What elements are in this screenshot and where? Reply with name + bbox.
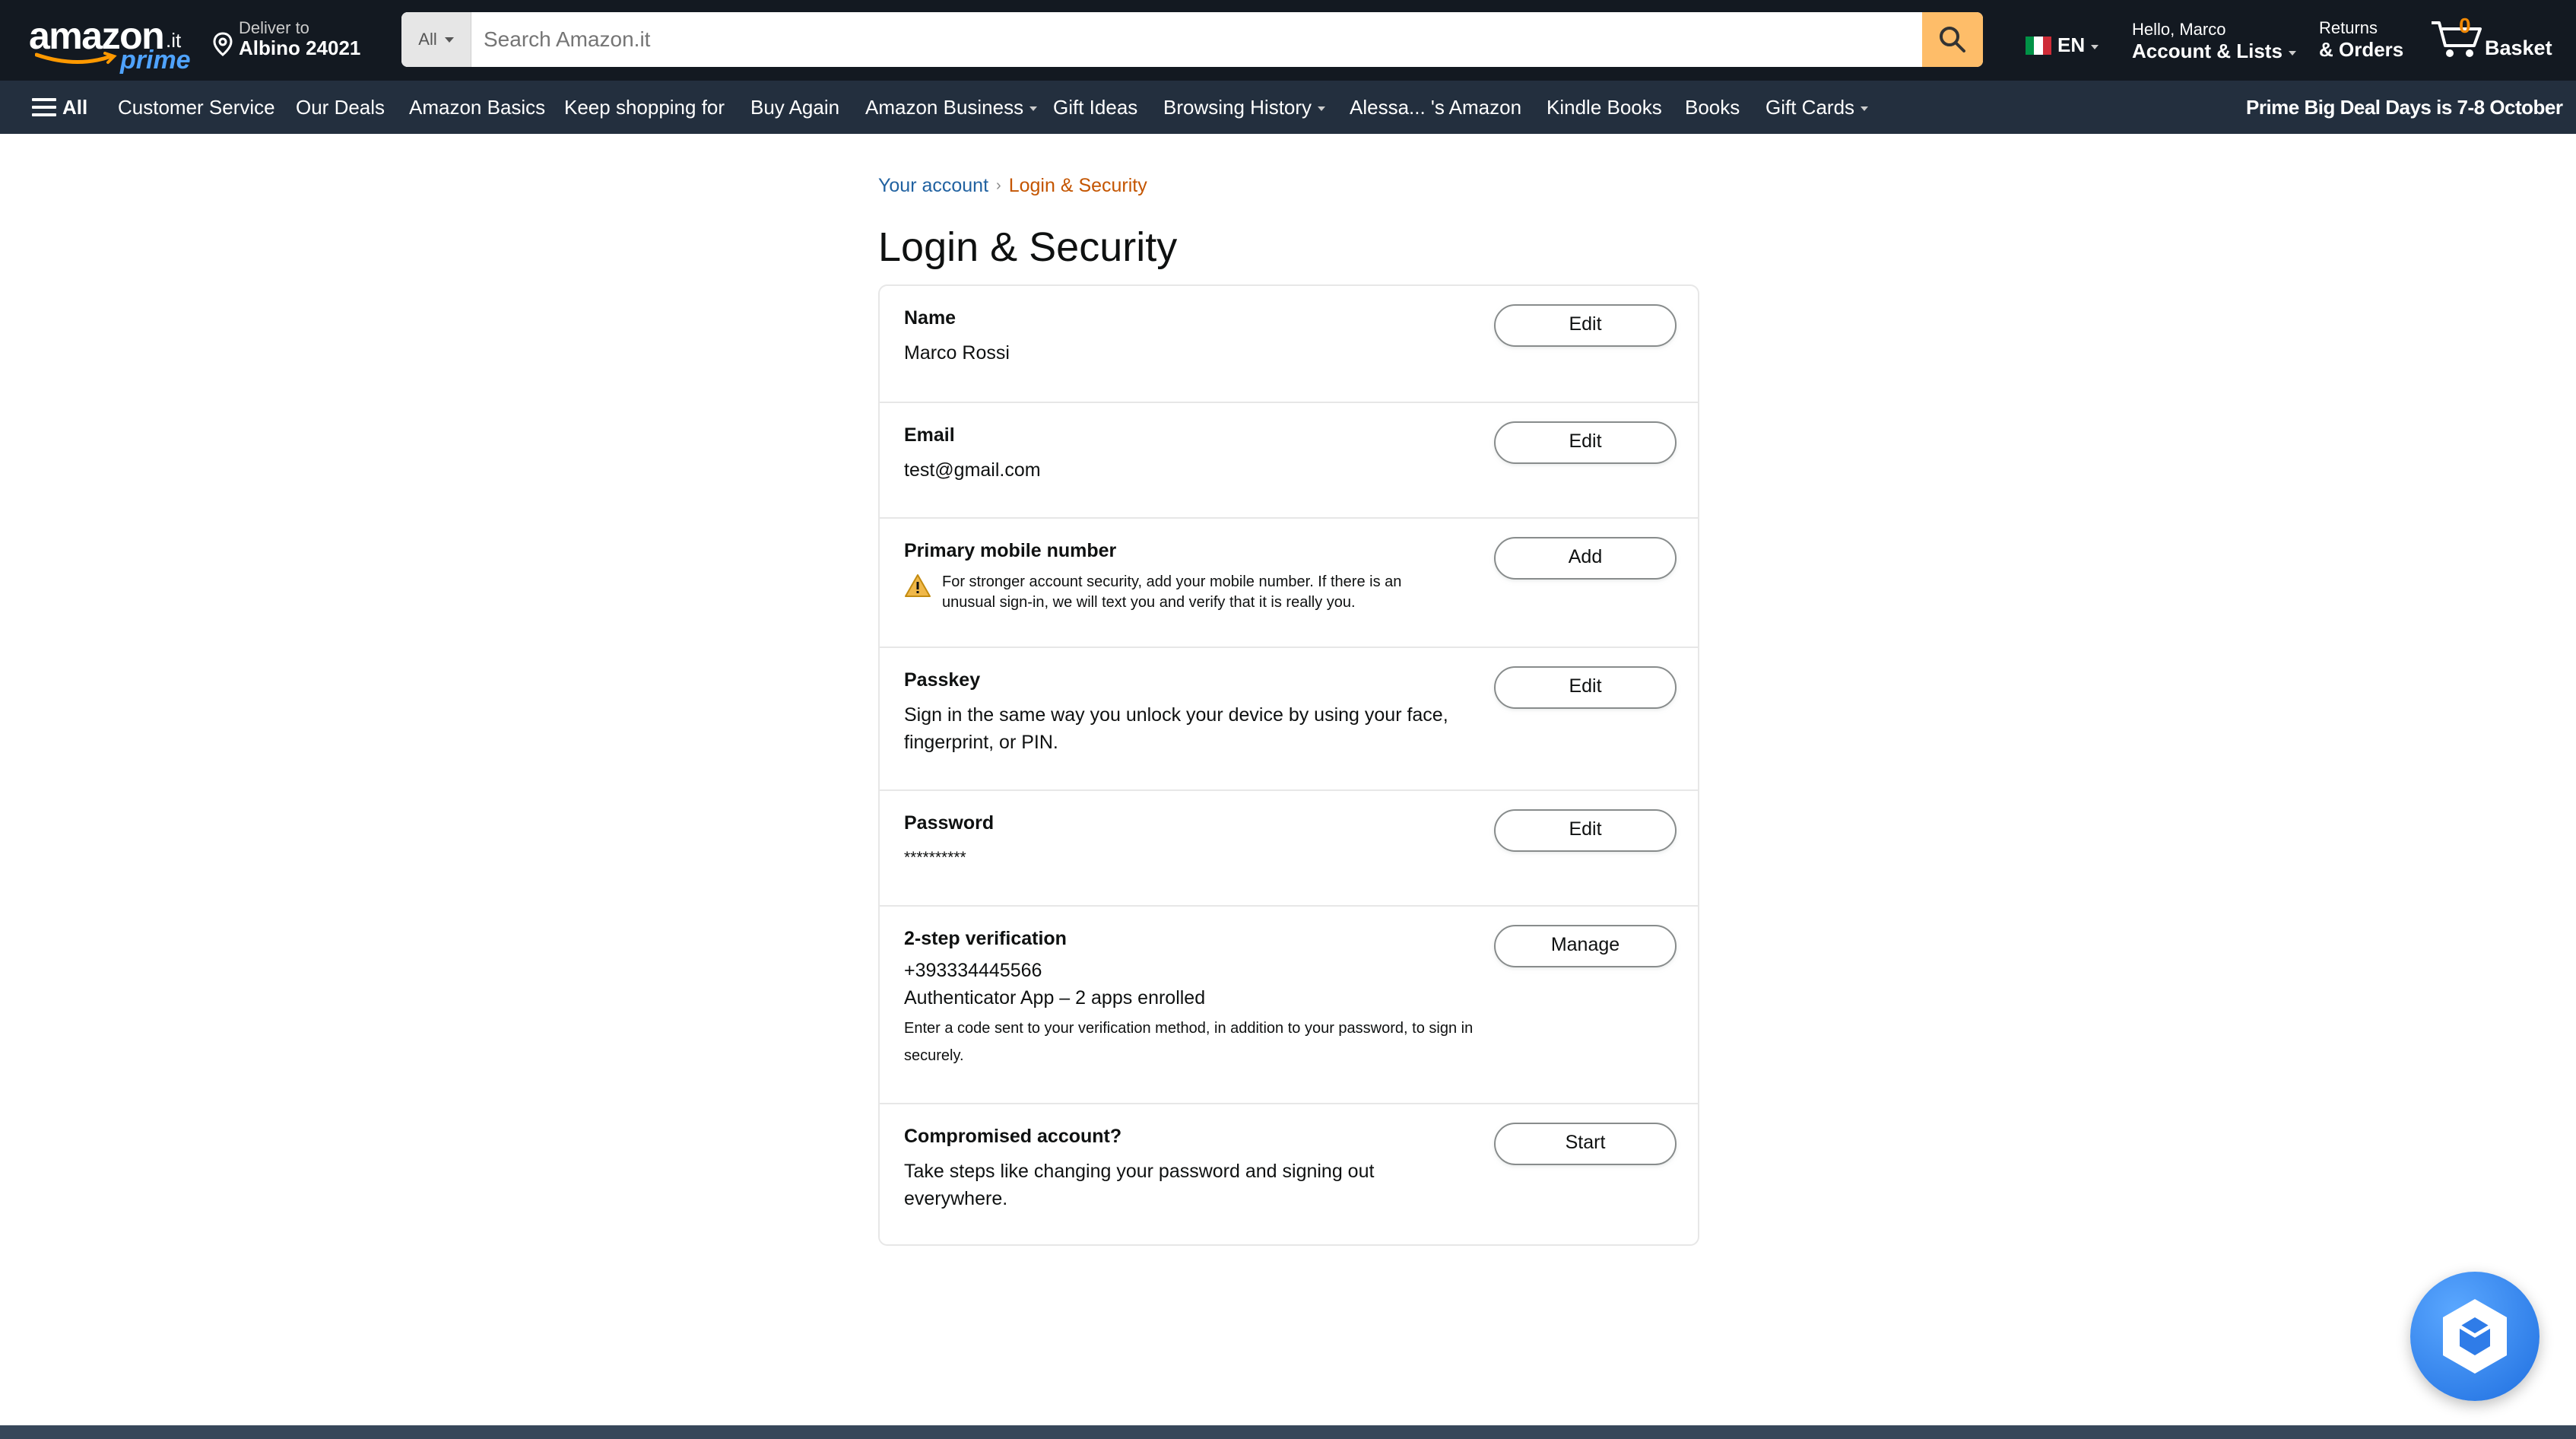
two-step-description: Enter a code sent to your verification m… [904, 1020, 1474, 1064]
row-label: Passkey [904, 669, 981, 691]
edit-passkey-button[interactable]: Edit [1494, 666, 1677, 709]
nav-keep-shopping-for[interactable]: Keep shopping for [564, 81, 725, 134]
search-input[interactable] [471, 12, 1916, 67]
italy-flag-icon [2026, 36, 2051, 55]
cart-icon [2432, 21, 2482, 57]
row-label: Password [904, 812, 995, 834]
breadcrumb: Your account › Login & Security [878, 175, 1147, 197]
warning-line-2: unusual sign-in, we will text you and ve… [942, 594, 1356, 611]
breadcrumb-your-account[interactable]: Your account [878, 175, 988, 197]
login-security-card: Name Marco Rossi Edit Email test@gmail.c… [878, 284, 1699, 1246]
cube-icon [2443, 1299, 2507, 1374]
nav-gift-ideas[interactable]: Gift Ideas [1053, 81, 1137, 134]
row-label: Email [904, 424, 955, 446]
edit-email-button[interactable]: Edit [1494, 421, 1677, 464]
row-name: Name Marco Rossi Edit [880, 286, 1698, 402]
row-two-step: 2-step verification +393334445566 Authen… [880, 905, 1698, 1103]
start-compromised-button[interactable]: Start [1494, 1123, 1677, 1165]
warning-icon [905, 574, 931, 597]
nav-kindle-books[interactable]: Kindle Books [1547, 81, 1662, 134]
nav-books[interactable]: Books [1685, 81, 1740, 134]
chevron-down-icon [2288, 50, 2296, 56]
nav-amazon-business[interactable]: Amazon Business [865, 81, 1038, 134]
row-email: Email test@gmail.com Edit [880, 402, 1698, 517]
row-mobile: Primary mobile number For stronger accou… [880, 517, 1698, 646]
chevron-down-icon [1861, 106, 1869, 111]
basket-count: 0 [2459, 14, 2471, 37]
nav-buy-again[interactable]: Buy Again [750, 81, 839, 134]
row-label: Primary mobile number [904, 540, 1117, 561]
two-step-app: Authenticator App – 2 apps enrolled [904, 987, 1206, 1009]
basket-button[interactable]: 0 Basket [2430, 14, 2552, 67]
two-step-phone: +393334445566 [904, 960, 1042, 981]
row-label: 2-step verification [904, 928, 1067, 949]
nav-user-amazon[interactable]: Alessa... 's Amazon [1350, 81, 1521, 134]
chevron-down-icon [1318, 106, 1326, 111]
search-button[interactable] [1922, 12, 1983, 67]
search-category-select[interactable]: All [401, 12, 471, 67]
all-menu-button[interactable]: All [32, 81, 87, 134]
language-selector[interactable]: EN [2026, 33, 2099, 57]
row-label: Compromised account? [904, 1126, 1122, 1147]
manage-two-step-button[interactable]: Manage [1494, 925, 1677, 967]
row-passkey: Passkey Sign in the same way you unlock … [880, 646, 1698, 789]
row-value: Sign in the same way you unlock your dev… [904, 704, 1448, 753]
nav-browsing-history[interactable]: Browsing History [1163, 81, 1326, 134]
footer-strip [0, 1425, 2576, 1439]
chevron-right-icon: › [996, 177, 1001, 194]
amazon-logo[interactable]: amazon .it prime [29, 14, 191, 75]
breadcrumb-current: Login & Security [1008, 175, 1147, 196]
secondary-navbar: All Customer Service Our Deals Amazon Ba… [0, 81, 2576, 134]
nav-amazon-basics[interactable]: Amazon Basics [409, 81, 545, 134]
row-value: test@gmail.com [904, 459, 1041, 481]
prime-day-promo-link[interactable]: Prime Big Deal Days is 7-8 October [2246, 81, 2563, 134]
row-value: Take steps like changing your password a… [904, 1161, 1375, 1209]
nav-gift-cards[interactable]: Gift Cards [1765, 81, 1869, 134]
password-mask: ********** [904, 849, 966, 866]
row-value: Marco Rossi [904, 342, 1010, 364]
search-icon [1940, 27, 1965, 52]
assistant-fab-button[interactable] [2410, 1272, 2540, 1401]
hamburger-icon [32, 98, 56, 116]
row-compromised: Compromised account? Take steps like cha… [880, 1103, 1698, 1244]
chevron-down-icon [444, 37, 454, 43]
search-bar: All [401, 12, 1983, 67]
page-title: Login & Security [878, 224, 1178, 270]
nav-our-deals[interactable]: Our Deals [296, 81, 385, 134]
add-mobile-button[interactable]: Add [1494, 537, 1677, 580]
chevron-down-icon [1029, 106, 1038, 111]
smile-arrow-icon [35, 52, 117, 65]
edit-name-button[interactable]: Edit [1494, 304, 1677, 347]
row-label: Name [904, 307, 956, 329]
edit-password-button[interactable]: Edit [1494, 809, 1677, 852]
warning-line-1: For stronger account security, add your … [942, 573, 1402, 590]
location-pin-icon [213, 32, 233, 56]
nav-customer-service[interactable]: Customer Service [118, 81, 275, 134]
chevron-down-icon [2091, 44, 2099, 49]
returns-orders-link[interactable]: Returns & Orders [2319, 18, 2403, 62]
top-navbar: amazon .it prime Deliver to Albino 24021… [0, 0, 2576, 81]
account-lists-menu[interactable]: Hello, Marco Account & Lists [2132, 20, 2296, 63]
row-password: Password ********** Edit [880, 789, 1698, 905]
